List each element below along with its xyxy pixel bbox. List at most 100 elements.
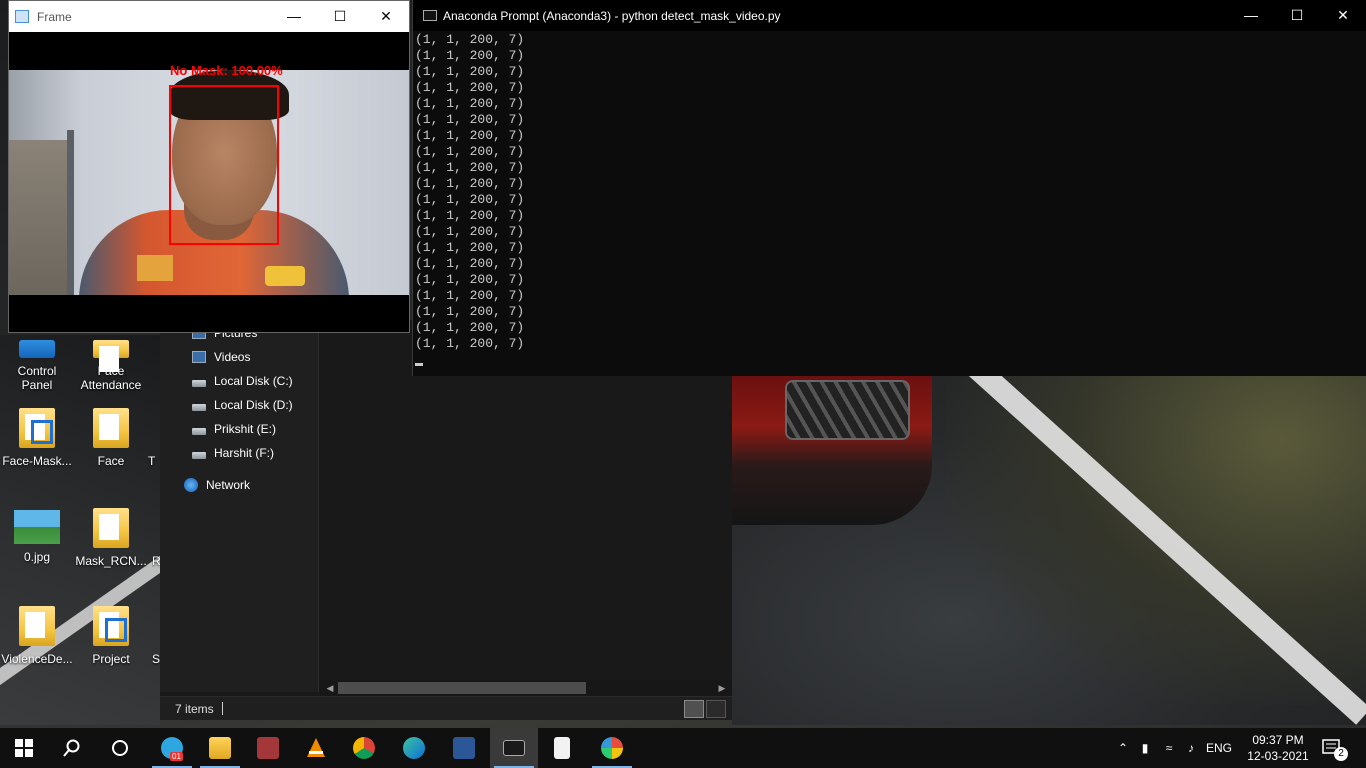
maximize-button[interactable]: ☐ <box>1274 0 1320 31</box>
scroll-right-icon[interactable]: ▶ <box>714 680 730 696</box>
desktop-icon-face[interactable]: Face <box>74 408 148 468</box>
console-line: (1, 1, 200, 7) <box>415 192 525 207</box>
folder-icon <box>93 340 129 372</box>
desktop-icon-0-jpg[interactable]: 0.jpg <box>0 510 74 564</box>
vlc-icon <box>307 738 325 757</box>
anaconda-prompt-window: Anaconda Prompt (Anaconda3) - python det… <box>412 0 1366 376</box>
console-line: (1, 1, 200, 7) <box>415 32 525 47</box>
scrollbar-thumb[interactable] <box>338 682 586 694</box>
console-line: (1, 1, 200, 7) <box>415 176 525 191</box>
taskbar-chrome[interactable] <box>340 728 388 768</box>
frame-titlebar[interactable]: Frame — ☐ ✕ <box>9 1 409 32</box>
console-line: (1, 1, 200, 7) <box>415 320 525 335</box>
taskbar-access[interactable] <box>244 728 292 768</box>
close-button[interactable]: ✕ <box>363 1 409 32</box>
nav-item-label: Local Disk (D:) <box>214 398 293 412</box>
drive-icon <box>192 427 206 435</box>
task-view-icon <box>112 740 128 756</box>
frame-window: Frame — ☐ ✕ No Mask: 100.00% <box>8 0 410 333</box>
taskbar-notepad[interactable] <box>538 728 586 768</box>
desktop-icon-project[interactable]: Project <box>74 606 148 666</box>
desktop-icon-label: Mask_RCN... <box>75 554 147 568</box>
clock[interactable]: 09:37 PM 12-03-2021 <box>1246 732 1310 764</box>
search-icon <box>63 739 80 757</box>
telegram-badge: 01 <box>170 752 183 761</box>
volume-icon[interactable]: ♪ <box>1180 741 1202 755</box>
console-line: (1, 1, 200, 7) <box>415 96 525 111</box>
nav-item-local-disk-d[interactable]: Local Disk (D:) <box>192 398 293 412</box>
console-line: (1, 1, 200, 7) <box>415 240 525 255</box>
drive-icon <box>192 379 206 387</box>
minimize-button[interactable]: — <box>1228 0 1274 31</box>
console-line: (1, 1, 200, 7) <box>415 256 525 271</box>
drive-icon <box>192 403 206 411</box>
close-button[interactable]: ✕ <box>1320 0 1366 31</box>
console-line: (1, 1, 200, 7) <box>415 272 525 287</box>
desktop-icon-violence-detection[interactable]: ViolenceDe... <box>0 606 74 666</box>
taskbar-paint[interactable] <box>588 728 636 768</box>
nav-item-harshit-f[interactable]: Harshit (F:) <box>192 446 274 460</box>
navigation-pane: Pictures Videos Local Disk (C:) Local Di… <box>160 320 318 692</box>
maximize-button[interactable]: ☐ <box>317 1 363 32</box>
detection-box <box>169 85 279 245</box>
videos-icon <box>192 351 206 363</box>
search-button[interactable] <box>48 728 96 768</box>
console-line: (1, 1, 200, 7) <box>415 288 525 303</box>
start-button[interactable] <box>0 728 48 768</box>
nav-item-local-disk-c[interactable]: Local Disk (C:) <box>192 374 293 388</box>
console-output[interactable]: (1, 1, 200, 7) (1, 1, 200, 7) (1, 1, 200, … <box>415 32 524 352</box>
console-line: (1, 1, 200, 7) <box>415 336 525 351</box>
desktop-icon-label: Project <box>92 652 130 666</box>
nav-item-videos[interactable]: Videos <box>192 350 250 364</box>
taskbar-anaconda-prompt[interactable] <box>490 728 538 768</box>
prompt-titlebar[interactable]: Anaconda Prompt (Anaconda3) - python det… <box>413 0 1366 31</box>
console-line: (1, 1, 200, 7) <box>415 160 525 175</box>
item-count: 7 items <box>175 702 214 716</box>
console-line: (1, 1, 200, 7) <box>415 128 525 143</box>
taskbar-vlc[interactable] <box>292 728 340 768</box>
desktop-icon-label: ViolenceDe... <box>1 652 73 666</box>
taskbar-file-explorer[interactable] <box>196 728 244 768</box>
file-explorer-window: Pictures Videos Local Disk (C:) Local Di… <box>160 320 732 720</box>
horizontal-scrollbar[interactable]: ◀ ▶ <box>320 680 732 696</box>
action-center-button[interactable]: 2 <box>1322 738 1348 761</box>
nav-item-label: Local Disk (C:) <box>214 374 293 388</box>
start-icon <box>15 739 33 757</box>
taskbar-edge[interactable] <box>390 728 438 768</box>
nav-item-prikshit-e[interactable]: Prikshit (E:) <box>192 422 276 436</box>
large-icons-view-button[interactable] <box>706 700 726 718</box>
image-file-icon <box>14 510 60 544</box>
task-view-button[interactable] <box>96 728 144 768</box>
terminal-icon <box>503 740 525 756</box>
window-app-icon <box>15 10 29 23</box>
taskbar-word[interactable] <box>440 728 488 768</box>
battery-icon[interactable]: ▮ <box>1132 741 1158 755</box>
console-line: (1, 1, 200, 7) <box>415 304 525 319</box>
console-line: (1, 1, 200, 7) <box>415 144 525 159</box>
file-explorer-icon <box>209 737 231 759</box>
language-indicator[interactable]: ENG <box>1202 741 1236 755</box>
wifi-icon[interactable]: ≈ <box>1158 741 1180 755</box>
folder-icon <box>19 606 55 646</box>
nav-item-label: Prikshit (E:) <box>214 422 277 436</box>
scroll-left-icon[interactable]: ◀ <box>322 680 338 696</box>
chevron-up-icon[interactable]: ⌃ <box>1114 741 1132 755</box>
desktop-icon-face-attendance[interactable]: Face Attendance <box>74 340 148 392</box>
nav-item-network[interactable]: Network <box>184 478 250 492</box>
console-line: (1, 1, 200, 7) <box>415 48 525 63</box>
console-line: (1, 1, 200, 7) <box>415 80 525 95</box>
minimize-button[interactable]: — <box>271 1 317 32</box>
network-icon <box>184 478 198 492</box>
paint-icon <box>601 737 623 759</box>
desktop-icon-mask-rcnn[interactable]: Mask_RCN... <box>74 508 148 568</box>
desktop-icon-control-panel[interactable]: Control Panel <box>0 340 74 392</box>
folder-icon <box>93 408 129 448</box>
nav-item-label: Network <box>206 478 251 492</box>
details-view-button[interactable] <box>684 700 704 718</box>
window-title: Frame <box>37 9 72 24</box>
pane-divider[interactable] <box>318 320 319 692</box>
taskbar-telegram[interactable]: 01 <box>148 728 196 768</box>
notification-count: 2 <box>1334 747 1348 761</box>
taskbar: 01 ⌃ ▮ ≈ ♪ ENG 09:37 PM 12-03-2021 2 <box>0 728 1366 768</box>
desktop-icon-face-mask[interactable]: Face-Mask... <box>0 408 74 468</box>
